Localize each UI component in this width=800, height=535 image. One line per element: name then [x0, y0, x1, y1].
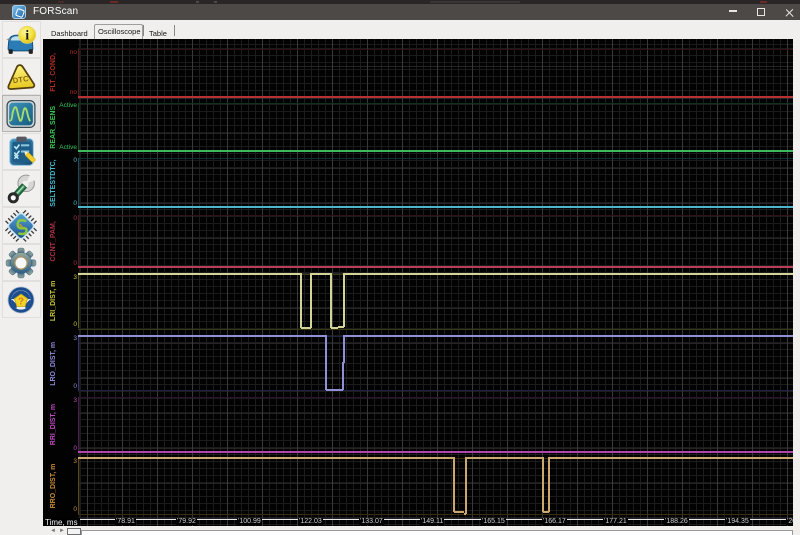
svg-text:?: ?: [18, 297, 24, 308]
svg-text:i: i: [25, 27, 29, 42]
